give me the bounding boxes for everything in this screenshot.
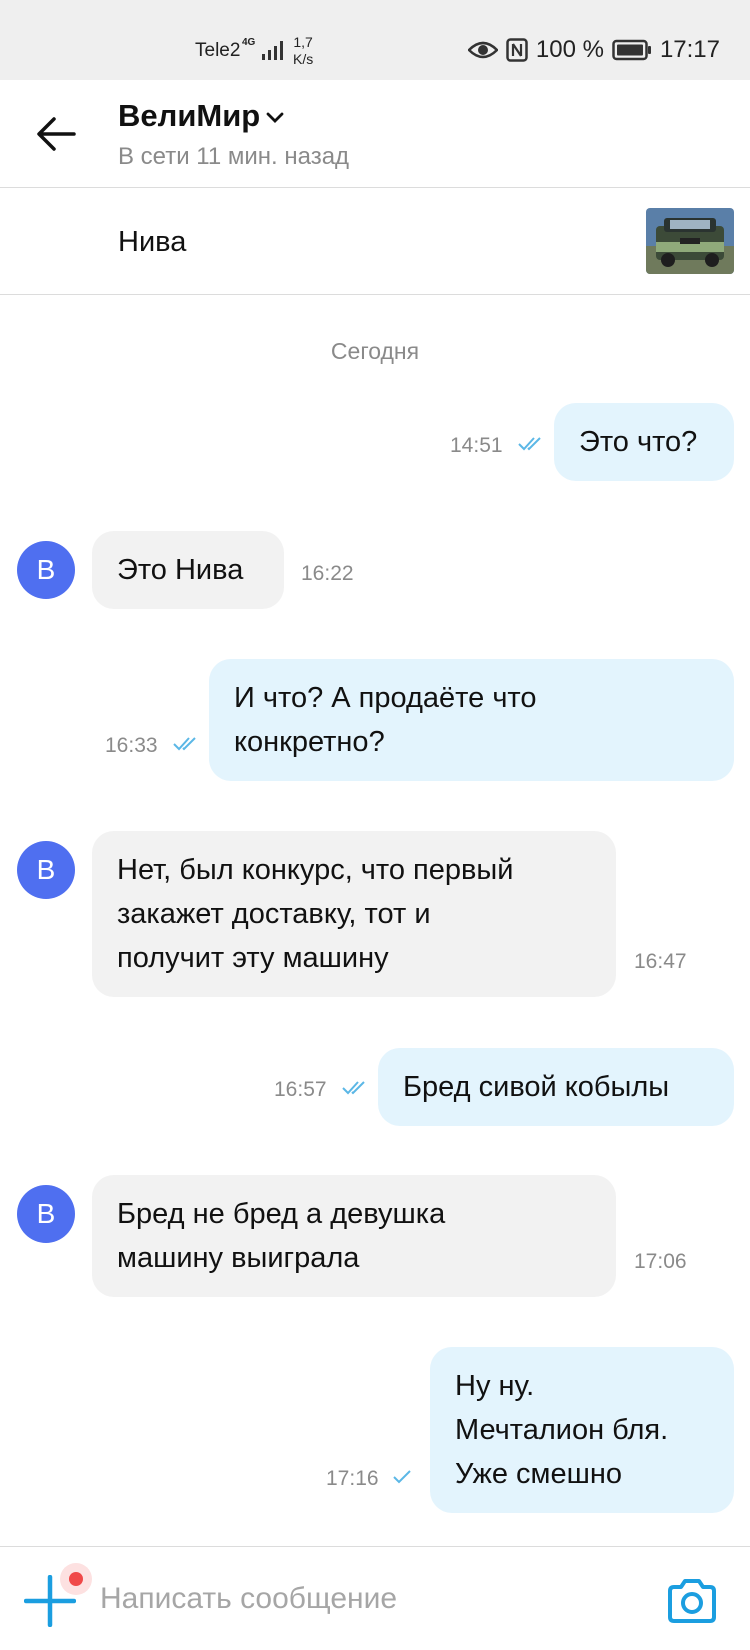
message-time: 16:47 — [634, 950, 687, 973]
message-time: 16:33 — [105, 734, 158, 757]
message-bubble-out[interactable]: Это что? — [554, 403, 734, 481]
speed-value: 1,7 — [293, 34, 313, 50]
eye-icon — [467, 41, 498, 59]
listing-title: Нива — [118, 226, 187, 258]
avatar-letter: В — [36, 554, 56, 585]
chat-header: ВелиМир В сети 11 мин. назад — [0, 80, 750, 188]
message-text-line: Мечталион бля. — [455, 1414, 669, 1446]
message-text: Это что? — [579, 426, 698, 458]
listing-bar[interactable]: Нива — [0, 188, 750, 295]
carrier-name: Tele2 — [195, 40, 241, 61]
message-bubble-in[interactable]: Нет, был конкурс, что первый закажет дос… — [92, 831, 616, 997]
message-text-line: Уже смешно — [455, 1458, 623, 1490]
message-text-line: Ну ну. — [455, 1370, 535, 1402]
message-text: Бред сивой кобылы — [403, 1071, 670, 1103]
double-check-icon — [173, 737, 196, 751]
signal-icon — [262, 41, 283, 60]
message-text-line: конкретно? — [234, 726, 385, 758]
nfc-icon — [506, 38, 528, 62]
double-check-icon — [518, 437, 541, 451]
message-bubble-in[interactable]: Это Нива — [92, 531, 284, 609]
check-icon — [393, 1470, 411, 1484]
message-text-line: Нет, был конкурс, что первый — [117, 854, 514, 886]
contact-name-dropdown[interactable]: ВелиМир — [118, 98, 284, 134]
message-composer — [0, 1546, 750, 1650]
online-status: В сети 11 мин. назад — [118, 143, 350, 170]
avatar[interactable]: В — [17, 541, 75, 599]
message-text: Это Нива — [117, 554, 244, 586]
message-time: 14:51 — [450, 434, 503, 457]
battery-percent: 100 % — [535, 36, 604, 63]
message-bubble-out[interactable]: Ну ну. Мечталион бля. Уже смешно — [430, 1347, 734, 1513]
double-check-icon — [342, 1081, 365, 1095]
message-bubble-out[interactable]: Бред сивой кобылы — [378, 1048, 734, 1126]
message-text-line: Бред не бред а девушка — [117, 1198, 446, 1230]
contact-name: ВелиМир — [118, 98, 261, 133]
message-text-line: закажет доставку, тот и — [117, 898, 431, 930]
chevron-down-icon — [266, 112, 284, 123]
camera-icon[interactable] — [666, 1577, 718, 1625]
arrow-left-icon[interactable] — [34, 112, 78, 156]
avatar[interactable]: В — [17, 841, 75, 899]
network-type: 4G — [242, 37, 256, 48]
date-separator: Сегодня — [330, 338, 420, 364]
avatar[interactable]: В — [17, 1185, 75, 1243]
message-time: 16:57 — [274, 1078, 327, 1101]
message-time: 17:16 — [326, 1467, 379, 1490]
message-text-line: И что? А продаёте что — [234, 682, 537, 714]
status-bar: Tele2 4G 1,7 K/s 100 % 17:17 — [0, 0, 750, 80]
listing-thumbnail[interactable] — [646, 208, 734, 274]
message-bubble-out[interactable]: И что? А продаёте что конкретно? — [209, 659, 734, 781]
notification-dot — [60, 1563, 92, 1595]
message-text-line: получит эту машину — [117, 942, 389, 974]
message-text-line: машину выиграла — [117, 1242, 360, 1274]
network-speed: 1,7 K/s — [293, 34, 313, 68]
message-bubble-in[interactable]: Бред не бред а девушка машину выиграла — [92, 1175, 616, 1297]
avatar-letter: В — [36, 854, 56, 885]
speed-unit: K/s — [293, 51, 314, 67]
message-time: 17:06 — [634, 1250, 687, 1273]
avatar-letter: В — [36, 1198, 56, 1229]
battery-icon — [612, 39, 651, 61]
message-input[interactable] — [100, 1579, 620, 1619]
message-time: 16:22 — [301, 562, 354, 585]
clock: 17:17 — [659, 36, 720, 63]
